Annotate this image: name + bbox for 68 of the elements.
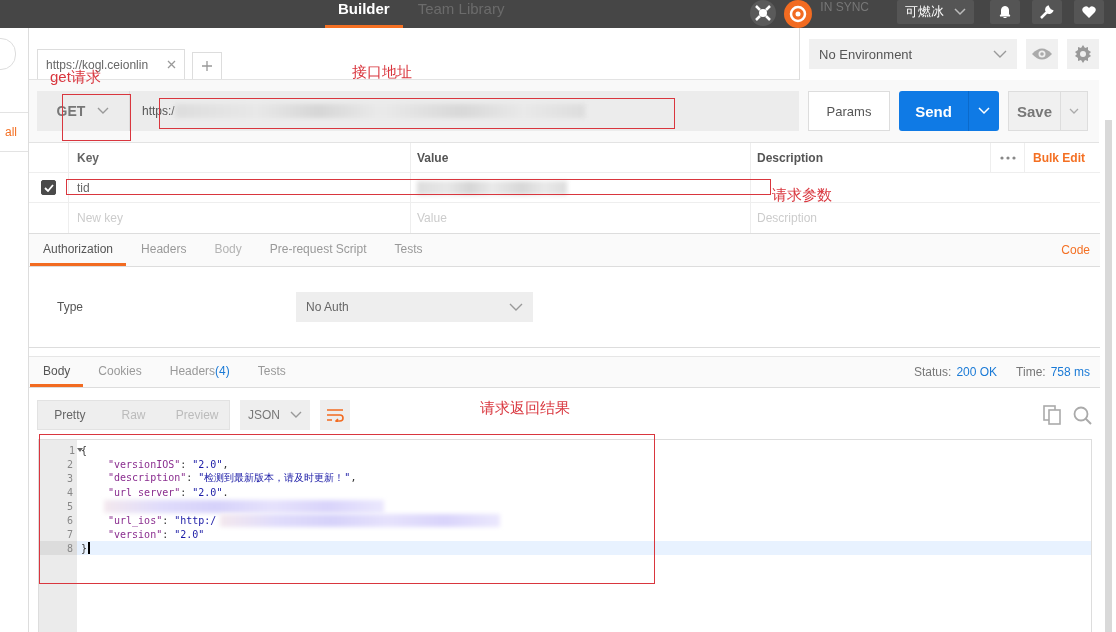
time-value: 758 ms (1050, 365, 1090, 379)
wrap-lines-icon[interactable] (320, 400, 350, 430)
user-menu-button[interactable]: 可燃冰 (897, 0, 974, 24)
code-line: "versionIOS": "2.0", (108, 458, 229, 470)
caret-icon (954, 8, 966, 16)
plus-icon (202, 61, 212, 71)
section-tab[interactable]: Headers (128, 234, 200, 266)
view-all-link[interactable]: all (5, 125, 17, 139)
more-icon[interactable] (999, 155, 1016, 160)
section-tab[interactable]: Tests (381, 234, 436, 266)
annotation-label: 接口地址 (352, 63, 412, 81)
line-number: 1 (68, 444, 75, 456)
section-tab[interactable]: Pre-request Script (256, 234, 380, 266)
line-number: 3 (66, 472, 73, 484)
code-line: } (81, 542, 88, 554)
environment-select[interactable]: No Environment (809, 39, 1017, 69)
code-line: "version": "2.0" (108, 528, 205, 540)
caret-icon (97, 107, 110, 115)
nav-tab[interactable]: Builder (325, 0, 403, 28)
eye-icon[interactable] (1026, 39, 1058, 69)
time-label: Time: (1016, 365, 1046, 379)
column-header: Key (77, 150, 99, 165)
satellite-icon[interactable] (750, 0, 777, 26)
column-header: Value (417, 150, 449, 165)
response-tab[interactable]: Tests (244, 357, 299, 387)
type-label: Type (57, 300, 84, 314)
search-icon[interactable] (1073, 405, 1092, 425)
code-line: "url server": "2.0". (108, 486, 229, 498)
code-editor[interactable]: 1 { 2 "versionIOS": "2.0", 3 "description": "检测到最新版本，请及时更新！", 4 "url server": "2.0". 5 6 "url_ios": "http:/ 7 "version": "2.0" 8 } (38, 439, 1092, 632)
line-number: 7 (66, 528, 73, 540)
line-number: 8 (66, 542, 73, 554)
response-tab[interactable]: Headers(4) (156, 357, 243, 387)
wrench-icon[interactable] (1032, 0, 1062, 24)
copy-icon[interactable] (1043, 405, 1061, 425)
code-link[interactable]: Code (1061, 234, 1100, 266)
caret-icon (509, 303, 523, 311)
format-select[interactable]: JSON (240, 400, 310, 430)
status-label: Status: (914, 365, 952, 379)
section-tab[interactable]: Authorization (30, 234, 127, 266)
sync-icon[interactable] (784, 0, 813, 28)
param-key[interactable]: tid (77, 180, 90, 195)
bell-icon[interactable] (990, 0, 1020, 24)
status-value: 200 OK (956, 365, 998, 379)
annotation-label: 请求参数 (772, 186, 832, 204)
caret-icon (993, 50, 1007, 58)
settings-icon[interactable] (1067, 39, 1099, 69)
view-mode-tab[interactable]: Pretty (38, 401, 102, 429)
code-line: { (81, 444, 88, 456)
line-number: 4 (66, 486, 73, 498)
text-cursor (88, 542, 90, 554)
checkbox[interactable] (41, 180, 56, 195)
close-icon[interactable] (167, 60, 176, 69)
code-line: "url_ios": "http:/ (108, 514, 217, 526)
auth-type-select[interactable]: No Auth (296, 292, 533, 322)
column-header: Description (757, 150, 823, 165)
new-tab-button[interactable] (192, 52, 222, 79)
fold-caret-icon[interactable] (77, 448, 83, 452)
annotation-label: 请求返回结果 (480, 399, 570, 417)
params-button[interactable]: Params (808, 91, 890, 131)
line-number: 6 (66, 514, 73, 526)
bulk-edit-link[interactable]: Bulk Edit (1033, 150, 1085, 165)
response-tab[interactable]: Body (30, 357, 84, 387)
line-number: 2 (66, 458, 73, 470)
scrollbar[interactable] (1105, 120, 1112, 632)
code-line: "description": "检测到最新版本，请及时更新！", (108, 471, 357, 485)
response-tab[interactable]: Cookies (85, 357, 155, 387)
line-number: 5 (66, 500, 73, 512)
caret-icon (290, 411, 302, 419)
